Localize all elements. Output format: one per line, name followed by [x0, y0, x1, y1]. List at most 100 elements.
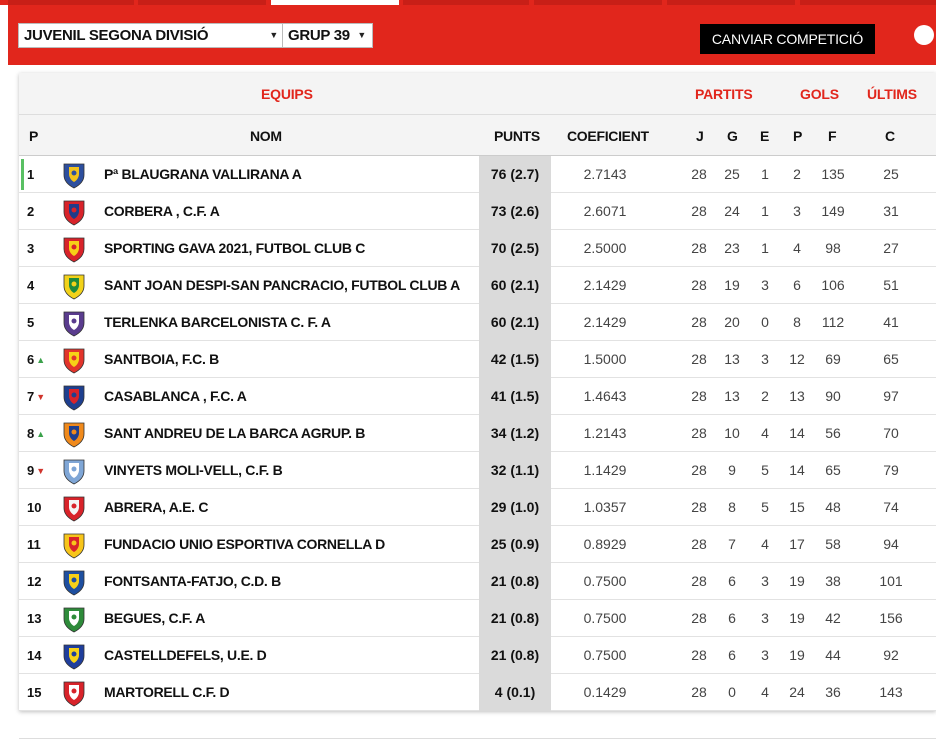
team-name[interactable]: SANTBOIA, F.C. B [104, 341, 219, 378]
lost: 3 [793, 203, 801, 219]
purple-oval-crest-icon [60, 309, 88, 337]
competition-select-value: JUVENIL SEGONA DIVISIÓ [24, 27, 209, 44]
team-name[interactable]: CASTELLDEFELS, U.E. D [104, 637, 267, 674]
team-name[interactable]: FONTSANTA-FATJO, C.D. B [104, 563, 281, 600]
position-number: 1 [27, 167, 35, 182]
table-row[interactable]: 12 FONTSANTA-FATJO, C.D. B 21 (0.8) 0.75… [19, 563, 936, 600]
header-lost[interactable]: P [793, 128, 802, 144]
toggle-knob[interactable] [914, 25, 934, 45]
header-name[interactable]: NOM [250, 128, 282, 144]
position-number: 5 [27, 315, 35, 330]
coefficient: 1.2143 [583, 425, 627, 441]
column-group-header: EQUIPS PARTITS GOLS ÚLTIMS [19, 73, 936, 115]
table-row[interactable]: 4 SANT JOAN DESPI-SAN PANCRACIO, FUTBOL … [19, 267, 936, 304]
table-row[interactable]: 11 FUNDACIO UNIO ESPORTIVA CORNELLA D 25… [19, 526, 936, 563]
goals-against: 74 [883, 499, 899, 515]
drawn: 0 [761, 314, 769, 330]
coefficient: 0.7500 [583, 573, 627, 589]
drawn: 2 [761, 388, 769, 404]
won: 0 [728, 684, 736, 700]
group-matches: PARTITS [695, 86, 753, 102]
group-teams: EQUIPS [261, 86, 313, 102]
red-stripes-shield-crest-icon [60, 679, 88, 707]
table-row[interactable]: 7 ▼ CASABLANCA , F.C. A 41 (1.5) 1.4643 2… [19, 378, 936, 415]
table-row[interactable]: 14 CASTELLDEFELS, U.E. D 21 (0.8) 0.7500… [19, 637, 936, 674]
goals-for: 98 [825, 240, 841, 256]
header-ga[interactable]: C [885, 128, 895, 144]
points: 60 (2.1) [479, 304, 551, 341]
lost: 19 [789, 610, 805, 626]
team-name[interactable]: CASABLANCA , F.C. A [104, 378, 247, 415]
coefficient: 2.7143 [583, 166, 627, 182]
played: 28 [691, 425, 707, 441]
table-row[interactable]: 3 SPORTING GAVA 2021, FUTBOL CLUB C 70 (… [19, 230, 936, 267]
position-number: 2 [27, 204, 35, 219]
drawn: 1 [761, 240, 769, 256]
position-number: 3 [27, 241, 35, 256]
lost: 14 [789, 425, 805, 441]
table-row[interactable]: 10 ABRERA, A.E. C 29 (1.0) 1.0357 28 8 5… [19, 489, 936, 526]
drawn: 3 [761, 573, 769, 589]
table-row[interactable]: 15 MARTORELL C.F. D 4 (0.1) 0.1429 28 0 … [19, 674, 936, 711]
team-name[interactable]: TERLENKA BARCELONISTA C. F. A [104, 304, 331, 341]
leader-indicator [21, 159, 24, 190]
lost: 12 [789, 351, 805, 367]
header-pos[interactable]: P [29, 128, 38, 144]
trend-up-icon: ▲ [36, 429, 46, 439]
points: 41 (1.5) [479, 378, 551, 415]
header-points[interactable]: PUNTS [494, 128, 540, 144]
team-name[interactable]: BEGUES, C.F. A [104, 600, 205, 637]
played: 28 [691, 203, 707, 219]
team-name[interactable]: ABRERA, A.E. C [104, 489, 208, 526]
header-won[interactable]: G [727, 128, 738, 144]
table-row[interactable]: 2 CORBERA , C.F. A 73 (2.6) 2.6071 28 24… [19, 193, 936, 230]
table-row[interactable]: 13 BEGUES, C.F. A 21 (0.8) 0.7500 28 6 3… [19, 600, 936, 637]
team-name[interactable]: VINYETS MOLI-VELL, C.F. B [104, 452, 283, 489]
team-name[interactable]: SANT ANDREU DE LA BARCA AGRUP. B [104, 415, 365, 452]
team-name[interactable]: CORBERA , C.F. A [104, 193, 220, 230]
team-name[interactable]: SANT JOAN DESPI-SAN PANCRACIO, FUTBOL CL… [104, 267, 460, 304]
red-round-crest-icon [60, 198, 88, 226]
position-number: 14 [27, 648, 42, 663]
table-row[interactable]: 8 ▲ SANT ANDREU DE LA BARCA AGRUP. B 34 (… [19, 415, 936, 452]
goals-for: 56 [825, 425, 841, 441]
goals-for: 48 [825, 499, 841, 515]
goals-against: 79 [883, 462, 899, 478]
goals-for: 65 [825, 462, 841, 478]
team-name[interactable]: Pª BLAUGRANA VALLIRANA A [104, 156, 302, 193]
competition-select[interactable]: JUVENIL SEGONA DIVISIÓ ▼ [18, 23, 285, 48]
position: 1 [27, 156, 34, 193]
header-coef[interactable]: COEFICIENT [567, 128, 649, 144]
goals-for: 38 [825, 573, 841, 589]
played: 28 [691, 573, 707, 589]
goals-against: 65 [883, 351, 899, 367]
played: 28 [691, 462, 707, 478]
table-row[interactable]: 9 ▼ VINYETS MOLI-VELL, C.F. B 32 (1.1) 1.… [19, 452, 936, 489]
team-name[interactable]: FUNDACIO UNIO ESPORTIVA CORNELLA D [104, 526, 385, 563]
green-yellow-shield-crest-icon [60, 272, 88, 300]
change-competition-button[interactable]: CANVIAR COMPETICIÓ [700, 24, 875, 54]
won: 13 [724, 351, 740, 367]
table-row[interactable]: 6 ▲ SANTBOIA, F.C. B 42 (1.5) 1.5000 28 1… [19, 341, 936, 378]
position: 14 [27, 637, 41, 674]
table-row[interactable]: 5 TERLENKA BARCELONISTA C. F. A 60 (2.1)… [19, 304, 936, 341]
played: 28 [691, 277, 707, 293]
header-drawn[interactable]: E [760, 128, 769, 144]
won: 8 [728, 499, 736, 515]
coefficient: 0.8929 [583, 536, 627, 552]
team-name[interactable]: MARTORELL C.F. D [104, 674, 230, 711]
header-gf[interactable]: F [828, 128, 837, 144]
coefficient: 2.6071 [583, 203, 627, 219]
table-row[interactable]: 1 Pª BLAUGRANA VALLIRANA A 76 (2.7) 2.71… [19, 156, 936, 193]
team-name[interactable]: SPORTING GAVA 2021, FUTBOL CLUB C [104, 230, 365, 267]
points: 4 (0.1) [479, 674, 551, 711]
goals-against: 27 [883, 240, 899, 256]
played: 28 [691, 647, 707, 663]
blue-yellow-crest-icon [60, 642, 88, 670]
drawn: 4 [761, 536, 769, 552]
header-played[interactable]: J [696, 128, 704, 144]
group-select[interactable]: GRUP 39 ▼ [282, 23, 373, 48]
goals-against: 41 [883, 314, 899, 330]
points: 73 (2.6) [479, 193, 551, 230]
competition-bar: JUVENIL SEGONA DIVISIÓ ▼ GRUP 39 ▼ CANVI… [8, 5, 936, 65]
